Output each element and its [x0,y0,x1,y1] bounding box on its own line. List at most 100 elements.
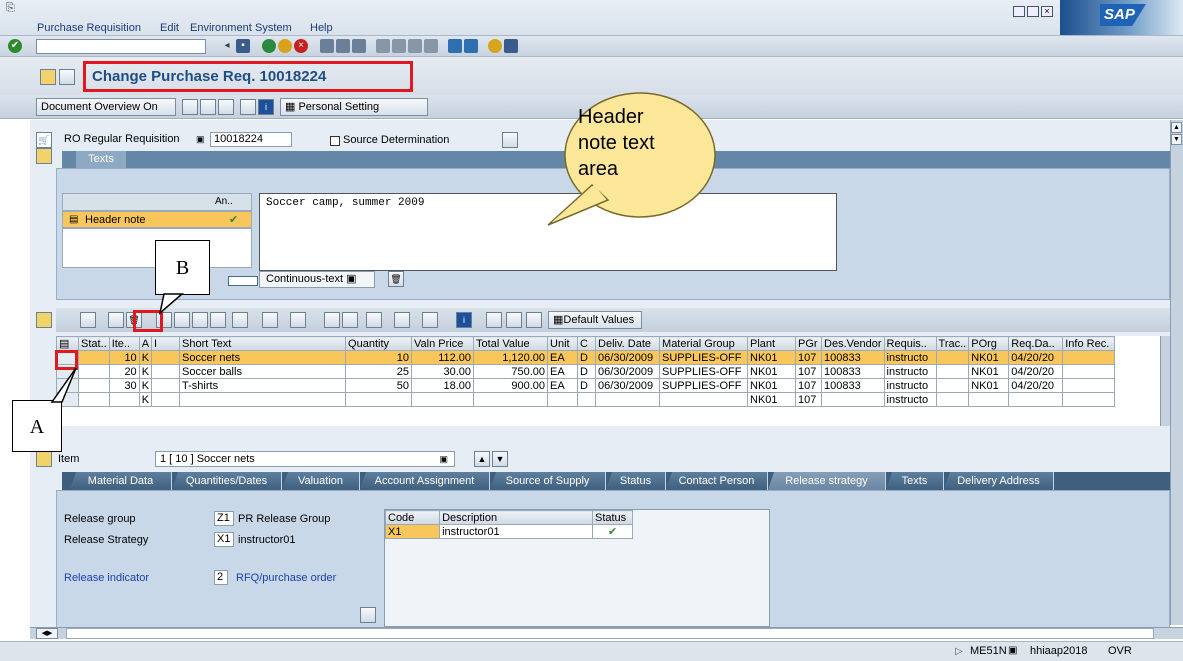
grid-icon[interactable] [422,312,438,328]
table-row[interactable]: K NK01 107 instructo [56,392,1116,407]
page-vertical-scrollbar[interactable]: ▲ ▼ [1170,120,1183,625]
scroll-down-icon[interactable]: ▼ [1171,134,1182,145]
tab-quantities-dates[interactable]: Quantities/Dates [172,472,282,490]
status-expand-icon[interactable]: ▷ [955,646,963,657]
grid-cell[interactable]: 100833 [821,350,885,365]
services-icon[interactable] [526,312,542,328]
grid-cell[interactable]: 06/30/2009 [595,378,661,393]
grid-cell[interactable]: SUPPLIES-OFF [659,350,749,365]
grid-cell[interactable] [345,392,413,407]
grid-cell[interactable] [151,392,181,407]
exit-icon[interactable] [278,39,292,53]
grid-cell[interactable] [78,378,110,393]
subtotal-icon[interactable] [290,312,306,328]
grid-cell[interactable] [1062,392,1116,407]
grid-cell[interactable]: instructo [883,378,937,393]
grid-cell[interactable] [411,392,475,407]
delete-text-icon[interactable]: 🗑 [388,271,404,287]
minimize-icon[interactable] [1013,6,1025,17]
grid-cell[interactable]: NK01 [968,378,1010,393]
scroll-thumb[interactable] [66,628,1154,639]
layout-menu-icon[interactable] [504,39,518,53]
grid-cell[interactable]: 100833 [821,364,885,379]
grid-cell[interactable]: K [138,364,153,379]
grid-cell[interactable]: instructo [883,350,937,365]
scroll-up-icon[interactable]: ▲ [1171,122,1182,133]
grid-cell[interactable]: 30 [108,378,140,393]
grid-cell[interactable]: Soccer balls [179,364,347,379]
grid-cell[interactable]: NK01 [968,364,1010,379]
grid-cell[interactable]: NK01 [747,378,797,393]
menu-edit[interactable]: Edit [160,22,179,34]
grid-cell[interactable] [78,350,110,365]
collapse-items-icon[interactable] [36,312,52,328]
grid-cell[interactable] [968,392,1010,407]
grid-cell[interactable] [151,350,181,365]
menu-environment[interactable]: Environment [190,22,252,34]
layout-icon[interactable] [394,312,410,328]
info-icon[interactable]: i [258,99,274,115]
tree-icon[interactable] [502,132,518,148]
tab-status[interactable]: Status [606,472,666,490]
status-session-icon[interactable]: ▣ [1008,645,1017,656]
grid-cell[interactable]: NK01 [968,350,1010,365]
grid-cell[interactable] [595,392,661,407]
grid-cell[interactable]: 50 [345,378,413,393]
split-icon[interactable] [228,276,258,286]
col-req-date[interactable]: Req.Da.. [1008,336,1064,351]
grid-cell[interactable]: 750.00 [473,364,549,379]
grid-cell[interactable]: K [138,350,153,365]
views-icon[interactable] [342,312,358,328]
item-info-icon[interactable]: i [456,312,472,328]
item-selector[interactable]: 1 [ 10 ] Soccer nets ▣ [155,451,455,467]
set-filter-icon[interactable] [232,312,248,328]
grid-cell[interactable] [151,378,181,393]
print-icon[interactable] [320,39,334,53]
col-des-vendor[interactable]: Des.Vendor [821,336,885,351]
display-change-icon[interactable] [59,69,75,85]
grid-cell[interactable]: instructo [883,392,937,407]
other-document-icon[interactable] [40,69,56,85]
personal-setting-button[interactable]: ▦ Personal Setting [280,98,428,116]
tab-account-assignment[interactable]: Account Assignment [360,472,490,490]
find-next-item-icon[interactable] [210,312,226,328]
col-account-assignment[interactable]: A [138,336,153,351]
grid-cell[interactable]: NK01 [747,364,797,379]
next-page-icon[interactable] [408,39,422,53]
tab-material-data[interactable]: Material Data [70,472,172,490]
tab-release-strategy[interactable]: Release strategy [768,472,886,490]
grid-cell[interactable] [179,392,347,407]
table-row[interactable]: 10 K Soccer nets 10 112.00 1,120.00 EA D 06/30/2… [56,350,1116,365]
grid-cell[interactable] [577,392,597,407]
grid-cell[interactable]: 107 [795,378,823,393]
check-icon[interactable] [240,99,256,115]
grid-cell[interactable]: NK01 [747,392,797,407]
change-layout-icon[interactable] [324,312,340,328]
grid-cell[interactable]: T-shirts [179,378,347,393]
grid-cell[interactable]: 20 [108,364,140,379]
grid-cell[interactable]: 900.00 [473,378,549,393]
hold-icon[interactable] [218,99,234,115]
grid-cell[interactable]: 1,120.00 [473,350,549,365]
grid-cell[interactable]: D [577,350,597,365]
grid-cell[interactable]: K [138,378,153,393]
next-item-icon[interactable]: ▼ [492,451,508,467]
menu-purchase-requisition[interactable]: Purchase Requisition [37,22,141,34]
col-item[interactable]: Ite.. [108,336,140,351]
grid-cell[interactable]: 04/20/20 [1008,364,1064,379]
continuous-text-dropdown[interactable]: Continuous-text ▣ [259,271,375,288]
cancel-icon[interactable]: × [294,39,308,53]
grid-cell[interactable]: 107 [795,364,823,379]
grid-cell[interactable]: 100833 [821,378,885,393]
grid-cell[interactable]: 06/30/2009 [595,350,661,365]
maximize-icon[interactable] [1027,6,1039,17]
previous-item-icon[interactable]: ▲ [474,451,490,467]
col-item-category[interactable]: I [151,336,181,351]
release-row[interactable]: X1 instructor01 ✔ [384,524,634,539]
tab-source-of-supply[interactable]: Source of Supply [490,472,606,490]
command-field[interactable] [36,39,206,54]
previous-page-icon[interactable] [392,39,406,53]
default-values-button[interactable]: ▦Default Values [548,311,642,329]
new-document-icon[interactable] [182,99,198,115]
grid-cell[interactable] [547,392,579,407]
